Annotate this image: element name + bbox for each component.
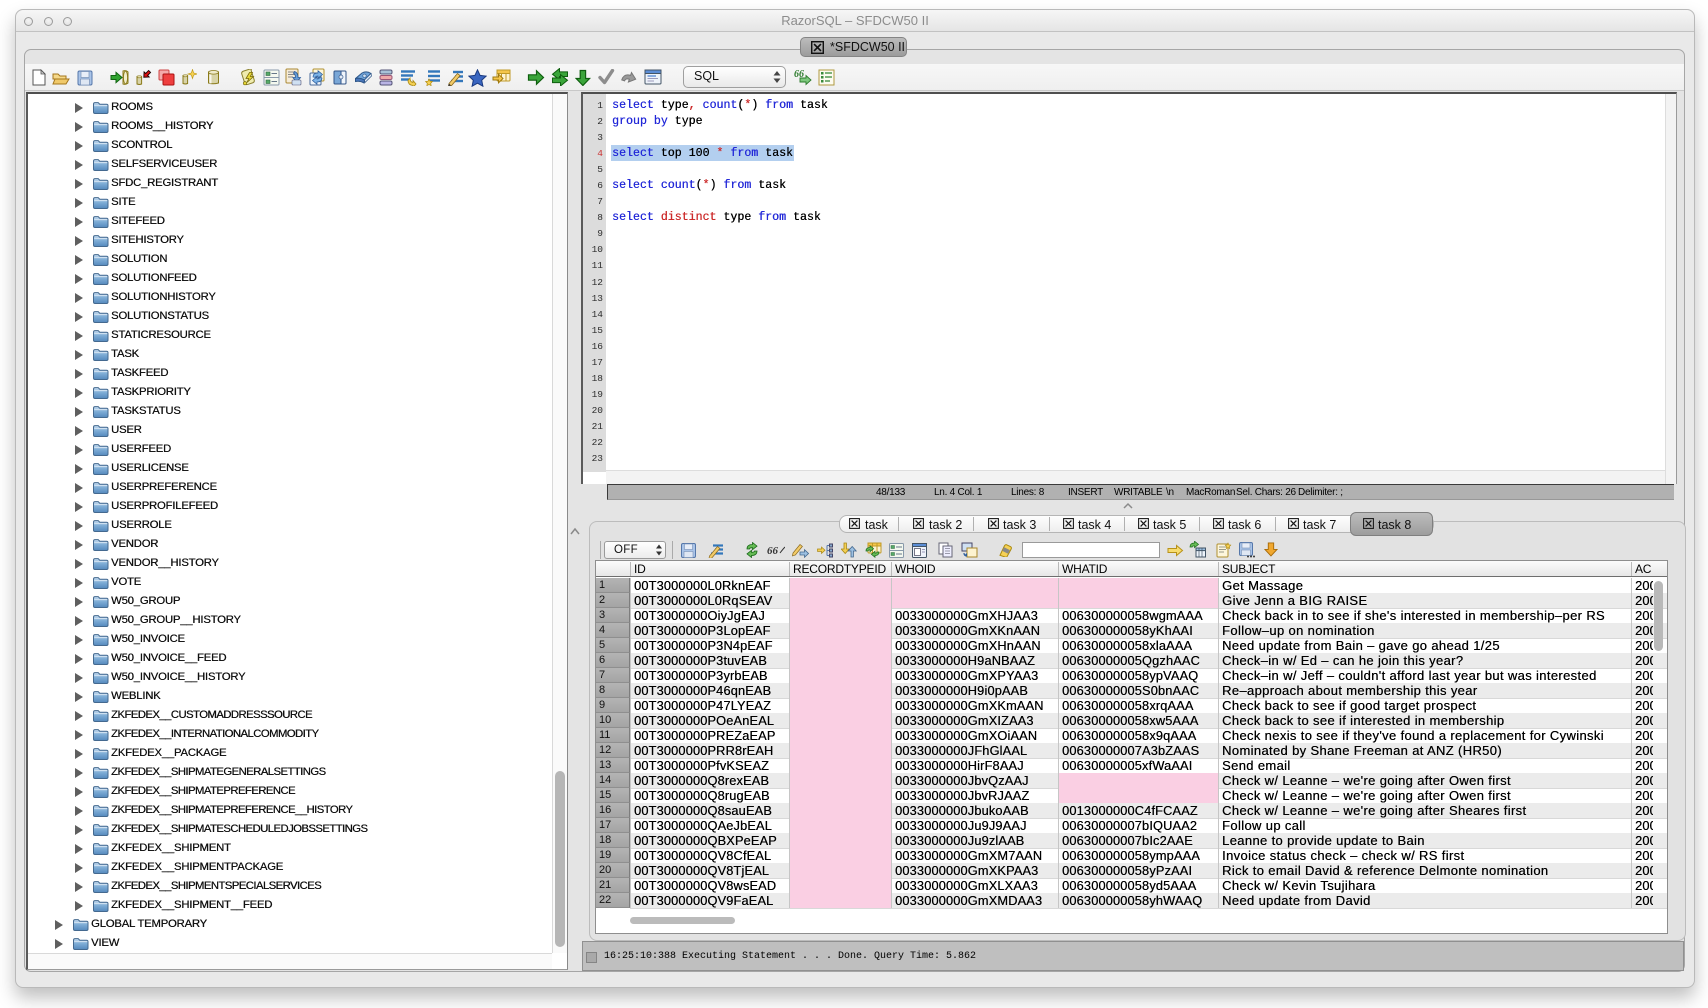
- svg-text:66: 66: [767, 545, 779, 555]
